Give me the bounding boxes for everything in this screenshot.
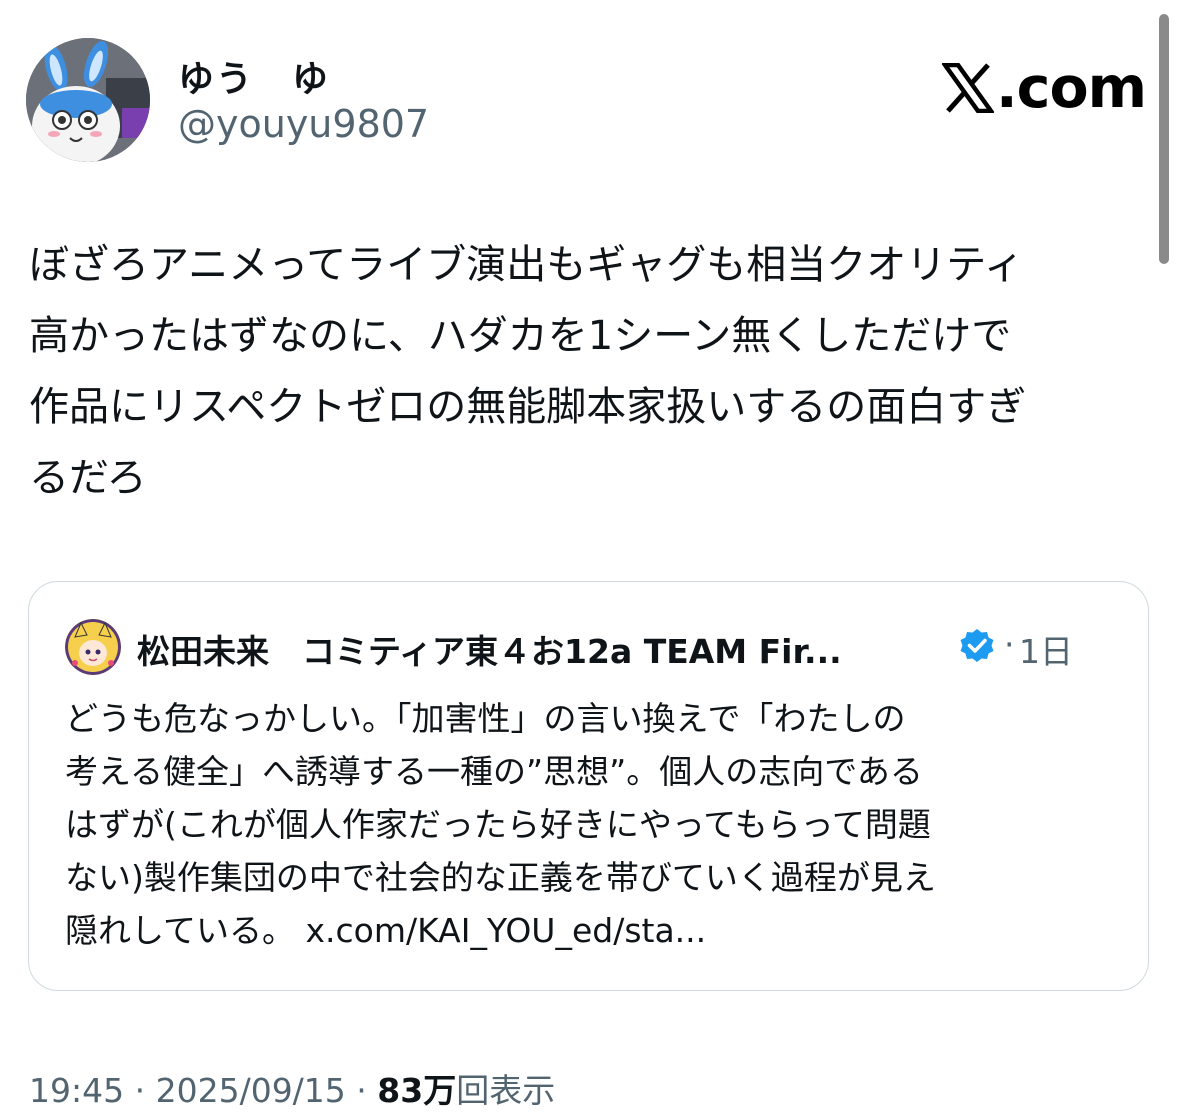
views-label: 回表示 — [456, 1071, 556, 1110]
quoted-separator: · — [1004, 625, 1015, 664]
scrollbar[interactable] — [1159, 14, 1169, 264]
x-logo-icon — [942, 63, 994, 113]
quoted-timestamp[interactable]: 1日 — [1019, 625, 1073, 673]
author-avatar[interactable] — [26, 38, 150, 162]
author-display-name[interactable]: ゆう ゆ — [178, 50, 330, 102]
views-count: 83万 — [377, 1071, 457, 1110]
meta-separator: · — [345, 1071, 378, 1110]
meta-separator: · — [124, 1071, 156, 1110]
quoted-author-avatar[interactable] — [65, 619, 121, 675]
quoted-tweet-card[interactable]: 松田未来 コミティア東４お12a TEAM Fir... · 1日 どうも危なっ… — [28, 581, 1149, 991]
anime-character-avatar-icon — [65, 619, 121, 675]
verified-badge-icon — [960, 629, 994, 662]
tweet-text: ぼざろアニメってライブ演出もギャグも相当クオリティ 高かったはずなのに、ハダカを… — [29, 242, 1027, 501]
quoted-tweet-text: どうも危なっかしい。「加害性」の言い換えで「わたしの 考える健全」へ誘導する一種… — [65, 699, 936, 950]
x-logo-text: .com — [996, 55, 1147, 121]
tweet-time[interactable]: 19:45 — [29, 1071, 124, 1110]
quoted-author-name[interactable]: 松田未来 コミティア東４お12a TEAM Fir... — [137, 625, 842, 673]
tweet-date[interactable]: 2025/09/15 — [156, 1071, 346, 1110]
plush-rabbit-avatar-icon — [26, 38, 150, 162]
author-handle[interactable]: @youyu9807 — [178, 102, 429, 146]
tweet-meta: 19:45 · 2025/09/15 · 83万回表示 — [29, 1064, 555, 1112]
x-brand-logo: .com — [942, 55, 1147, 121]
